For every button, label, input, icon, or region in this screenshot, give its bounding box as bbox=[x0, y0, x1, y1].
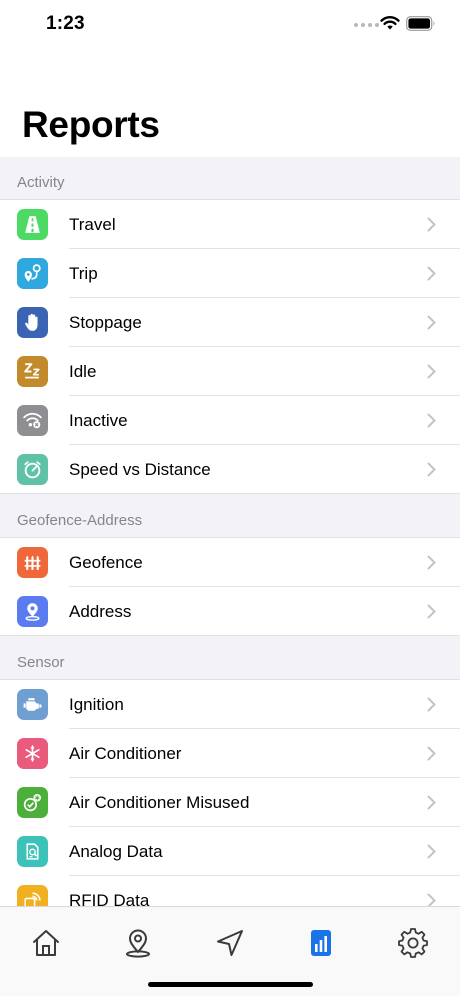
report-item-speed-vs-distance[interactable]: Speed vs Distance bbox=[0, 445, 460, 494]
sleep-zzz-icon bbox=[17, 356, 48, 387]
tab-location[interactable] bbox=[120, 925, 156, 961]
home-indicator bbox=[148, 982, 313, 987]
report-item-stoppage[interactable]: Stoppage bbox=[0, 298, 460, 347]
report-item-geofence[interactable]: Geofence bbox=[0, 538, 460, 587]
page-title: Reports bbox=[22, 104, 160, 145]
hand-stop-icon bbox=[17, 307, 48, 338]
report-item-analog-data[interactable]: Analog Data bbox=[0, 827, 460, 876]
chevron-right-icon bbox=[427, 795, 436, 810]
analog-icon bbox=[17, 836, 48, 867]
report-item-label: Ignition bbox=[69, 694, 124, 714]
report-item-label: Air Conditioner Misused bbox=[69, 792, 250, 812]
road-icon bbox=[17, 209, 48, 240]
report-item-label: Air Conditioner bbox=[69, 743, 182, 763]
tab-home[interactable] bbox=[28, 925, 64, 961]
tab-bar bbox=[0, 906, 460, 996]
location-icon bbox=[126, 929, 150, 958]
settings-icon bbox=[398, 928, 428, 958]
report-item-label: Stoppage bbox=[69, 312, 142, 332]
report-item-address[interactable]: Address bbox=[0, 587, 460, 636]
report-item-label: Travel bbox=[69, 214, 116, 234]
section-header-geofence-address: Geofence-Address bbox=[0, 494, 460, 538]
report-item-label: Inactive bbox=[69, 410, 128, 430]
chevron-right-icon bbox=[427, 364, 436, 379]
reports-list[interactable]: Activity Travel Trip Stoppage Idle Inact… bbox=[0, 157, 460, 906]
report-item-travel[interactable]: Travel bbox=[0, 200, 460, 249]
map-pin-icon bbox=[17, 596, 48, 627]
tab-navigation[interactable] bbox=[212, 925, 248, 961]
fence-icon bbox=[17, 547, 48, 578]
report-item-label: Idle bbox=[69, 361, 97, 381]
snowflake-icon bbox=[17, 738, 48, 769]
chevron-right-icon bbox=[427, 315, 436, 330]
section-header-sensor: Sensor bbox=[0, 636, 460, 680]
speedometer-icon bbox=[17, 454, 48, 485]
reports-icon bbox=[311, 930, 331, 956]
report-item-air-conditioner[interactable]: Air Conditioner bbox=[0, 729, 460, 778]
report-item-trip[interactable]: Trip bbox=[0, 249, 460, 298]
chevron-right-icon bbox=[427, 844, 436, 859]
rfid-icon bbox=[17, 885, 48, 906]
status-bar: 1:23 bbox=[0, 0, 460, 50]
report-item-label: RFID Data bbox=[69, 890, 150, 907]
report-item-ignition[interactable]: Ignition bbox=[0, 680, 460, 729]
battery-icon bbox=[406, 16, 435, 31]
report-item-rfid-data[interactable]: RFID Data bbox=[0, 876, 460, 906]
chevron-right-icon bbox=[427, 266, 436, 281]
ac-misuse-icon bbox=[17, 787, 48, 818]
chevron-right-icon bbox=[427, 413, 436, 428]
route-pin-icon bbox=[17, 258, 48, 289]
report-item-label: Trip bbox=[69, 263, 98, 283]
chevron-right-icon bbox=[427, 893, 436, 906]
chevron-right-icon bbox=[427, 555, 436, 570]
engine-icon bbox=[17, 689, 48, 720]
status-time: 1:23 bbox=[46, 13, 85, 34]
chevron-right-icon bbox=[427, 604, 436, 619]
section-header-activity: Activity bbox=[0, 157, 460, 200]
chevron-right-icon bbox=[427, 462, 436, 477]
no-signal-icon bbox=[17, 405, 48, 436]
report-item-label: Speed vs Distance bbox=[69, 459, 211, 479]
report-item-label: Geofence bbox=[69, 552, 143, 572]
report-item-inactive[interactable]: Inactive bbox=[0, 396, 460, 445]
tab-reports[interactable] bbox=[303, 925, 339, 961]
home-icon bbox=[33, 930, 59, 956]
navigation-icon bbox=[217, 930, 243, 956]
wifi-icon bbox=[380, 16, 400, 30]
tab-settings[interactable] bbox=[395, 925, 431, 961]
report-item-idle[interactable]: Idle bbox=[0, 347, 460, 396]
report-item-label: Analog Data bbox=[69, 841, 163, 861]
chevron-right-icon bbox=[427, 217, 436, 232]
signal-dots-icon bbox=[354, 23, 379, 27]
report-item-label: Address bbox=[69, 601, 132, 621]
chevron-right-icon bbox=[427, 746, 436, 761]
chevron-right-icon bbox=[427, 697, 436, 712]
report-item-air-conditioner-misused[interactable]: Air Conditioner Misused bbox=[0, 778, 460, 827]
